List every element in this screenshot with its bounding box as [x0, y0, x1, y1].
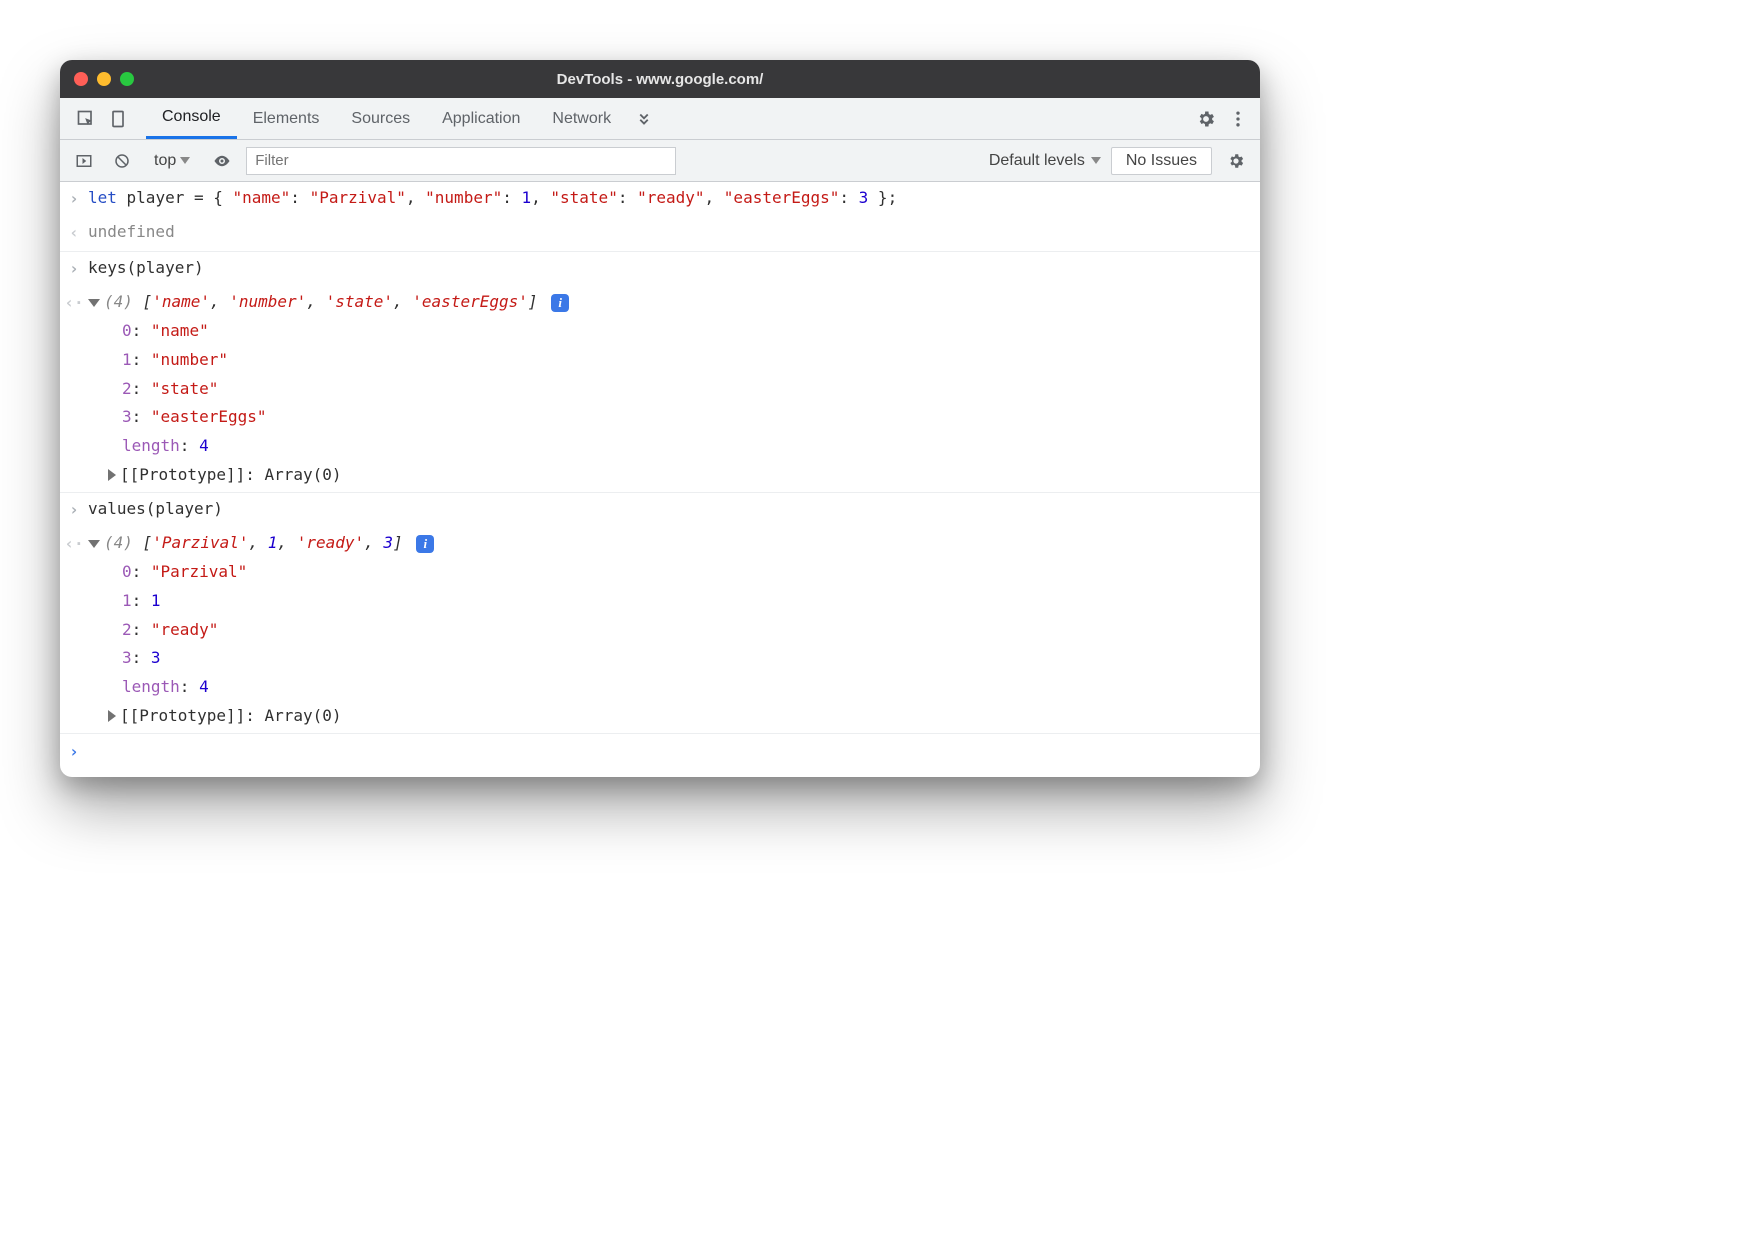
console-settings-icon[interactable] [1222, 147, 1250, 175]
zoom-icon[interactable] [120, 72, 134, 86]
array-index: 0 [122, 321, 132, 340]
tab-application[interactable]: Application [426, 98, 536, 139]
tab-network[interactable]: Network [536, 98, 627, 139]
array-expanded: (4) ['Parzival', 1, 'ready', 3] i 0: "Pa… [88, 529, 1260, 731]
more-tabs-icon[interactable] [627, 98, 661, 139]
collapse-arrow-icon[interactable] [88, 540, 100, 548]
clear-console-icon[interactable] [108, 147, 136, 175]
inspect-element-icon[interactable] [70, 98, 102, 139]
device-toggle-icon[interactable] [102, 98, 134, 139]
code-line: let player = { "name": "Parzival", "numb… [88, 184, 1260, 213]
console-output-row[interactable]: ‹· (4) ['name', 'number', 'state', 'east… [60, 286, 1260, 493]
input-chevron-icon: › [60, 254, 88, 284]
devtools-window: DevTools - www.google.com/ Console Eleme… [60, 60, 1260, 777]
output-value: undefined [88, 218, 1260, 247]
array-value: 3 [151, 648, 161, 667]
array-value: "state" [151, 379, 218, 398]
array-index: 0 [122, 562, 132, 581]
array-value: "easterEggs" [151, 407, 267, 426]
collapse-arrow-icon[interactable] [88, 299, 100, 307]
length-label: length [122, 677, 180, 696]
array-value: 1 [151, 591, 161, 610]
console-output: › let player = { "name": "Parzival", "nu… [60, 182, 1260, 777]
output-chevron-icon: ‹ [60, 218, 88, 248]
length-value: 4 [199, 436, 209, 455]
expand-arrow-icon[interactable] [108, 469, 116, 481]
console-output-row: ‹ undefined [60, 216, 1260, 251]
prototype-value: Array(0) [265, 465, 342, 484]
log-levels-selector[interactable]: Default levels [989, 152, 1101, 170]
info-icon[interactable]: i [416, 535, 434, 553]
array-expanded: (4) ['name', 'number', 'state', 'easterE… [88, 288, 1260, 490]
chevron-down-icon [1091, 157, 1101, 164]
context-label: top [154, 152, 176, 170]
console-prompt[interactable]: › [60, 734, 1260, 777]
context-selector[interactable]: top [146, 150, 198, 172]
levels-label: Default levels [989, 152, 1085, 170]
tab-console[interactable]: Console [146, 98, 237, 139]
array-value: "ready" [151, 620, 218, 639]
live-expression-icon[interactable] [208, 147, 236, 175]
expand-arrow-icon[interactable] [108, 710, 116, 722]
prototype-value: Array(0) [265, 706, 342, 725]
code-line: values(player) [88, 495, 1260, 524]
prototype-label: [[Prototype]] [120, 465, 245, 484]
devtools-tabbar: Console Elements Sources Application Net… [60, 98, 1260, 140]
kebab-menu-icon[interactable] [1222, 98, 1254, 139]
traffic-lights [74, 72, 134, 86]
console-output-row[interactable]: ‹· (4) ['Parzival', 1, 'ready', 3] i 0: … [60, 527, 1260, 734]
window-title: DevTools - www.google.com/ [60, 71, 1260, 88]
output-chevron-icon: ‹· [60, 529, 88, 559]
array-value: "number" [151, 350, 228, 369]
console-toolbar: top Default levels No Issues [60, 140, 1260, 182]
filter-input[interactable] [246, 147, 676, 175]
input-chevron-icon: › [60, 184, 88, 214]
length-value: 4 [199, 677, 209, 696]
array-value: "name" [151, 321, 209, 340]
titlebar: DevTools - www.google.com/ [60, 60, 1260, 98]
close-icon[interactable] [74, 72, 88, 86]
info-icon[interactable]: i [551, 294, 569, 312]
code-line: keys(player) [88, 254, 1260, 283]
prompt-chevron-icon: › [60, 738, 88, 767]
input-chevron-icon: › [60, 495, 88, 525]
settings-icon[interactable] [1190, 98, 1222, 139]
tab-elements[interactable]: Elements [237, 98, 336, 139]
toggle-sidebar-icon[interactable] [70, 147, 98, 175]
array-index: 2 [122, 620, 132, 639]
chevron-down-icon [180, 157, 190, 164]
tabs: Console Elements Sources Application Net… [146, 98, 627, 139]
array-index: 3 [122, 407, 132, 426]
console-input-row[interactable]: › values(player) [60, 493, 1260, 527]
array-index: 2 [122, 379, 132, 398]
array-index: 3 [122, 648, 132, 667]
tab-sources[interactable]: Sources [335, 98, 426, 139]
length-label: length [122, 436, 180, 455]
array-index: 1 [122, 591, 132, 610]
console-input-row[interactable]: › keys(player) [60, 252, 1260, 286]
output-chevron-icon: ‹· [60, 288, 88, 318]
minimize-icon[interactable] [97, 72, 111, 86]
array-index: 1 [122, 350, 132, 369]
prototype-label: [[Prototype]] [120, 706, 245, 725]
console-input-row[interactable]: › let player = { "name": "Parzival", "nu… [60, 182, 1260, 216]
issues-button[interactable]: No Issues [1111, 147, 1212, 175]
array-value: "Parzival" [151, 562, 247, 581]
